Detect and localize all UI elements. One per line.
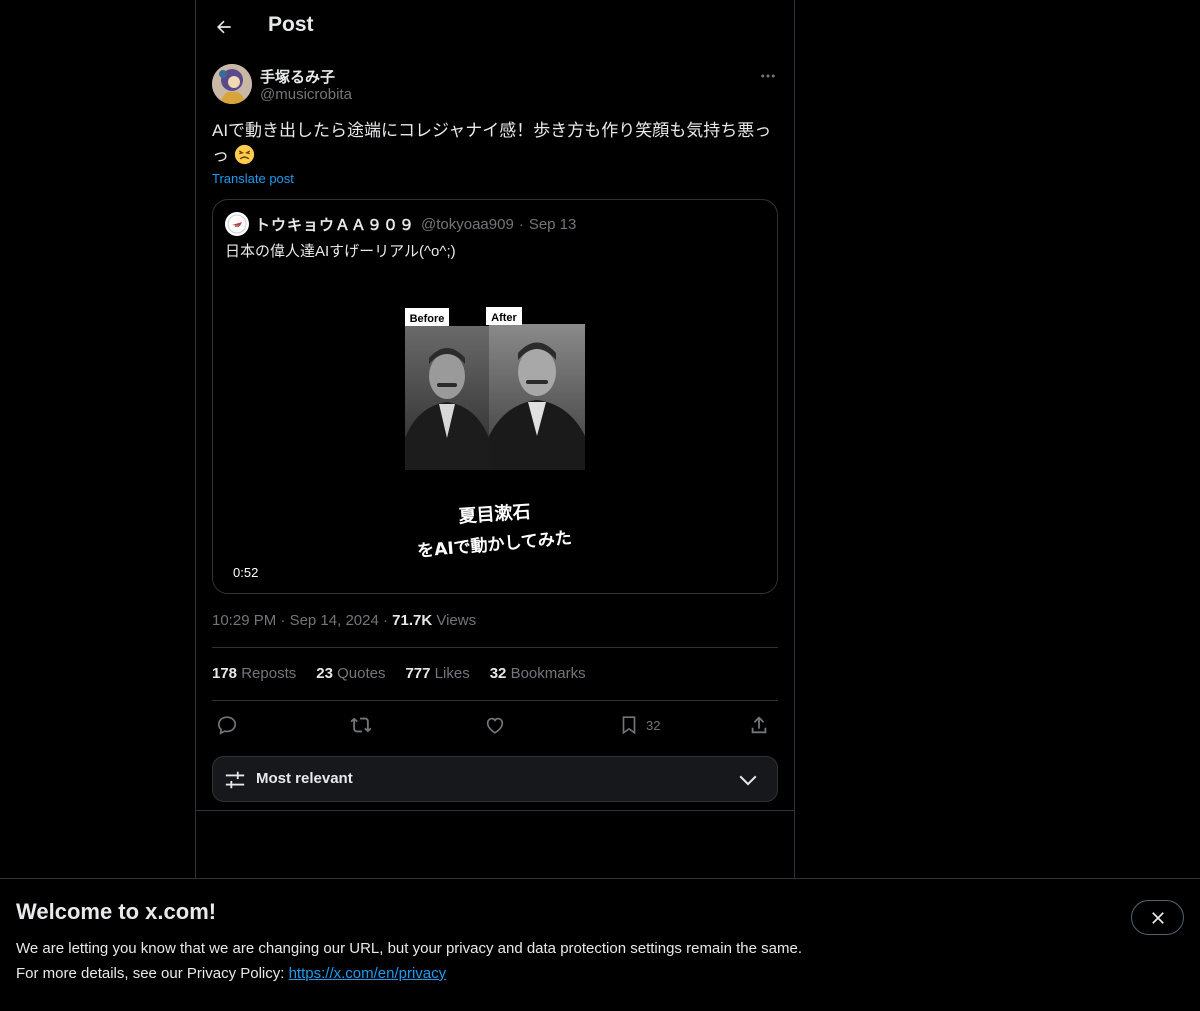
- post-author: 手塚るみ子 @musicrobita: [212, 64, 778, 106]
- author-name[interactable]: 手塚るみ子: [260, 66, 335, 87]
- repost-button[interactable]: [350, 713, 372, 737]
- more-options-button[interactable]: [758, 66, 778, 86]
- bookmarks-stat[interactable]: 32 Bookmarks: [490, 665, 586, 682]
- post-date[interactable]: Sep 14, 2024: [290, 612, 379, 629]
- translate-post-link[interactable]: Translate post: [212, 171, 294, 186]
- quoted-author-handle[interactable]: @tokyoaa909: [421, 216, 514, 233]
- primary-column: Post 手塚るみ子 @musicrobita AIで動き出したら途端にコレジャ…: [195, 0, 795, 1011]
- banner-line2-prefix: For more details, see our Privacy Policy…: [16, 965, 289, 982]
- sort-replies-dropdown[interactable]: Most relevant: [212, 756, 778, 802]
- views-count: 71.7K: [392, 612, 433, 629]
- video-caption-line2: をAIで動かしてみた: [416, 527, 572, 561]
- privacy-policy-link[interactable]: https://x.com/en/privacy: [289, 965, 447, 982]
- back-button[interactable]: [212, 14, 236, 40]
- likes-stat[interactable]: 777 Likes: [405, 665, 469, 682]
- likes-count: 777: [405, 665, 431, 682]
- more-icon: [761, 74, 775, 78]
- bookmarks-count: 32: [489, 665, 507, 682]
- chevron-down-icon: [739, 775, 757, 786]
- like-button[interactable]: [484, 713, 506, 737]
- views-label: Views: [436, 612, 477, 629]
- post-stats: 178 Reposts 23 Quotes 777 Likes 32 Bookm…: [212, 665, 586, 682]
- share-button[interactable]: [748, 713, 770, 737]
- banner-title: Welcome to x.com!: [16, 899, 217, 924]
- post-header: Post: [196, 0, 794, 54]
- divider: [212, 700, 778, 701]
- author-handle[interactable]: @musicrobita: [260, 86, 352, 103]
- quoted-post-date[interactable]: Sep 13: [529, 216, 577, 233]
- close-banner-button[interactable]: [1131, 900, 1184, 935]
- page-title: Post: [268, 13, 314, 36]
- share-icon: [751, 716, 767, 734]
- quoted-post-text: 日本の偉人達AIすげーリアル(^o^;): [225, 243, 456, 260]
- sort-sliders-icon: [225, 771, 245, 789]
- video-player[interactable]: Before After 夏目漱石 をAIで動かしてみた 0:52: [213, 268, 777, 593]
- reply-icon: [217, 716, 237, 735]
- quotes-count: 23: [316, 665, 333, 682]
- reposts-label: Reposts: [241, 665, 297, 682]
- post-text-body: AIで動き出したら途端にコレジャナイ感！歩き方も作り笑顔も気持ち悪っっ: [212, 121, 772, 165]
- separator-dot: ·: [518, 215, 524, 233]
- reposts-count: 178: [212, 665, 238, 682]
- likes-label: Likes: [434, 665, 470, 682]
- quotes-label: Quotes: [337, 665, 386, 682]
- reply-button[interactable]: [216, 713, 238, 737]
- bookmarks-label: Bookmarks: [510, 665, 586, 682]
- like-icon: [486, 717, 504, 734]
- bookmark-button[interactable]: 32: [618, 713, 660, 737]
- video-caption-line1: 夏目漱石: [458, 501, 531, 528]
- quoted-post[interactable]: トウキョウＡＡ９０９ @tokyoaa909 · Sep 13 日本の偉人達AI…: [212, 199, 778, 594]
- separator-dot: ·: [382, 612, 393, 629]
- action-bar: 32: [212, 709, 778, 741]
- banner-line1: We are letting you know that we are chan…: [16, 940, 802, 957]
- banner-text: We are letting you know that we are chan…: [16, 936, 802, 986]
- quoted-avatar[interactable]: [225, 212, 249, 236]
- url-change-banner: Welcome to x.com! We are letting you kno…: [0, 878, 1200, 1011]
- repost-icon: [350, 717, 372, 733]
- post-text: AIで動き出したら途端にコレジャナイ感！歩き方も作り笑顔も気持ち悪っっ: [212, 118, 778, 168]
- divider: [196, 810, 794, 811]
- back-arrow-icon: [217, 20, 231, 34]
- reposts-stat[interactable]: 178 Reposts: [212, 665, 296, 682]
- post-meta: 10:29 PM · Sep 14, 2024 · 71.7K Views: [212, 612, 476, 629]
- close-icon: [1151, 911, 1164, 924]
- persevering-face-emoji-icon: [234, 144, 254, 165]
- after-label: After: [491, 312, 517, 324]
- post-time[interactable]: 10:29 PM: [212, 612, 276, 629]
- video-frame: Before After 夏目漱石 をAIで動かしてみた: [405, 307, 585, 562]
- sort-label: Most relevant: [256, 770, 353, 787]
- quoted-post-header: トウキョウＡＡ９０９ @tokyoaa909 · Sep 13: [225, 212, 576, 236]
- avatar[interactable]: [212, 64, 252, 104]
- video-duration: 0:52: [225, 563, 267, 582]
- banner-line2: For more details, see our Privacy Policy…: [16, 961, 802, 986]
- bookmark-icon: [622, 716, 636, 735]
- separator-dot: ·: [280, 612, 290, 629]
- quoted-author-name[interactable]: トウキョウＡＡ９０９: [255, 214, 415, 235]
- before-label: Before: [410, 313, 445, 325]
- quotes-stat[interactable]: 23 Quotes: [316, 665, 385, 682]
- bookmark-count: 32: [646, 717, 661, 733]
- divider: [212, 647, 778, 648]
